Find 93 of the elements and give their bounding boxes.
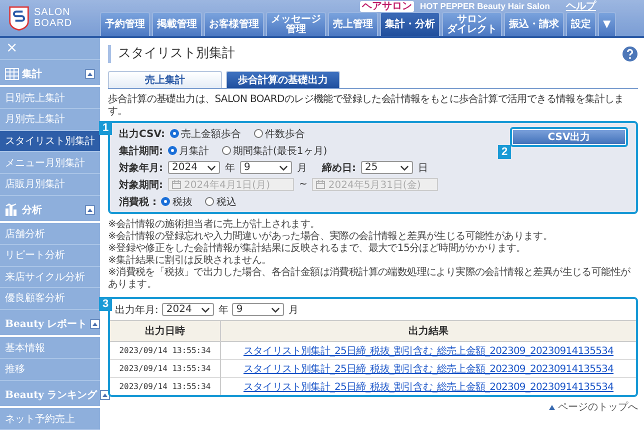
bar-chart-icon xyxy=(5,203,19,216)
file-link[interactable]: スタイリスト別集計_25日締_税抜_割引含む_総売上金額_202309_20230914135534 xyxy=(244,364,614,374)
table-cell: 2023/09/14 13:55:34 xyxy=(110,342,220,360)
field-label: 出力年月: xyxy=(115,304,158,316)
beauty-logo: Beauty xyxy=(5,318,44,330)
chevron-down-icon xyxy=(201,306,210,312)
help-link[interactable]: ヘルプ xyxy=(566,0,596,13)
file-link[interactable]: スタイリスト別集計_25日締_税抜_割引含む_総売上金額_202309_20230914135534 xyxy=(244,382,614,392)
table-cell: 2023/09/14 13:55:34 xyxy=(110,378,220,395)
field-label: 集計期間: xyxy=(119,144,163,158)
unit-label: 月 xyxy=(288,304,298,316)
chevron-down-icon xyxy=(400,164,409,170)
tab[interactable]: 売上集計 xyxy=(108,71,222,88)
sidebar-item[interactable]: 基本情報 xyxy=(0,337,100,360)
select-field[interactable]: 2024 xyxy=(162,303,214,316)
sidebar-item[interactable]: 日別売上集計 xyxy=(0,87,100,109)
select-field[interactable]: 9 xyxy=(232,303,284,316)
section-title: レポート xyxy=(47,318,87,332)
sidebar-item[interactable]: メニュー月別集計 xyxy=(0,152,100,174)
sidebar-item[interactable]: リピート分析 xyxy=(0,244,100,266)
field-label: 消費税 : xyxy=(119,196,156,208)
nav-tab[interactable]: 集計・分析 xyxy=(380,12,440,36)
calendar-icon xyxy=(316,180,326,189)
csv-export-button[interactable]: CSV出力 xyxy=(510,127,628,147)
column-header: 出力結果 xyxy=(220,320,636,342)
note-text: ※登録や修正をした会計情報が集計結果に反映されるまで、最大で15分ほど時間がかかります。 xyxy=(108,243,527,254)
page-top-link[interactable]: ページのトップへ xyxy=(549,400,638,414)
nav-tab[interactable]: 売上管理 xyxy=(328,12,378,36)
chevron-down-icon xyxy=(279,164,288,170)
section-title: 集計 xyxy=(22,68,43,81)
sidebar-item[interactable]: ネット予約売上 xyxy=(0,408,100,430)
nav-tab[interactable]: 設定 xyxy=(566,12,596,36)
step-marker: 3 xyxy=(99,297,112,311)
grid-icon xyxy=(5,68,19,80)
radio-option[interactable]: 売上金額歩合 xyxy=(170,126,242,140)
logo-mark-icon xyxy=(8,5,30,31)
radio-option[interactable]: 税込 xyxy=(205,194,236,208)
file-link[interactable]: スタイリスト別集計_25日締_税抜_割引含む_総売上金額_202309_20230914135534 xyxy=(244,346,614,356)
column-header: 出力日時 xyxy=(110,320,220,342)
calendar-icon xyxy=(172,180,181,189)
radio-option[interactable]: 月集計 xyxy=(168,144,209,158)
unit-label: 年 xyxy=(218,304,228,316)
note-text: ※消費税を「税抜」で出力した場合、各合計金額は消費税計算の端数処理により実際の会計情報と差異が生じる可能性があります。 xyxy=(108,267,632,291)
page-title: スタイリスト別集計 xyxy=(108,45,235,63)
nav-tab[interactable]: 掲載管理 xyxy=(152,12,202,36)
field-label: 対象期間: xyxy=(119,178,163,192)
unit-label: 日 xyxy=(418,162,428,174)
field-label: 出力CSV: xyxy=(119,128,166,140)
unit-label: 月 xyxy=(297,162,307,174)
range-separator: ~ xyxy=(299,179,308,190)
logo[interactable]: SALON BOARD xyxy=(0,0,100,36)
sidebar-item[interactable]: 推移 xyxy=(0,359,100,381)
unit-label: 年 xyxy=(225,162,235,174)
collapse-icon[interactable] xyxy=(90,319,100,330)
note-text: ※集計結果に割引は反映されません。 xyxy=(108,255,272,266)
sidebar-item[interactable]: 店舗分析 xyxy=(0,223,100,245)
chevron-down-icon xyxy=(271,306,280,312)
radio-option[interactable]: 件数歩合 xyxy=(254,126,306,140)
collapse-icon[interactable] xyxy=(85,204,95,215)
note-text: ※会計情報の施術担当者に売上が計上されます。 xyxy=(108,219,321,230)
select-field[interactable]: 9 xyxy=(240,161,292,174)
step-marker: 2 xyxy=(498,145,511,159)
nav-tab[interactable]: お客様管理 xyxy=(204,12,264,36)
nav-tab[interactable]: メッセージ 管理 xyxy=(266,12,326,36)
intro-text: 歩合計算の基礎出力は、SALON BOARDのレジ機能で登録した会計情報をもとに歩合計算で活用できる情報を集計します。 xyxy=(108,94,625,118)
salon-type-badge: ヘアサロン xyxy=(360,0,414,12)
nav-tab[interactable]: 予約管理 xyxy=(100,12,150,36)
nav-tab[interactable]: 振込・請求 xyxy=(504,12,564,36)
step-marker: 1 xyxy=(99,121,112,135)
sidebar-item[interactable]: 店販月別集計 xyxy=(0,174,100,196)
field-label: 締め日: xyxy=(322,161,356,174)
triangle-up-icon xyxy=(549,404,555,410)
note-text: ※会計情報の登録忘れや入力間違いがあった場合、実際の会計情報と差異が生じる可能性があります。 xyxy=(108,231,554,242)
beauty-logo: Beauty xyxy=(5,390,44,401)
close-button[interactable]: × xyxy=(0,38,100,60)
chevron-down-icon xyxy=(207,164,216,170)
section-title: 分析 xyxy=(22,204,43,217)
nav-tab[interactable]: ▼ xyxy=(598,12,616,36)
sidebar-item[interactable]: 来店サイクル分析 xyxy=(0,266,100,288)
table-cell: 2023/09/14 13:55:34 xyxy=(110,360,220,378)
field-label: 対象年月: xyxy=(119,161,163,174)
collapse-icon[interactable] xyxy=(85,68,95,79)
radio-option[interactable]: 期間集計(最長1ヶ月) xyxy=(222,144,328,158)
help-icon[interactable] xyxy=(622,46,638,62)
select-field[interactable]: 25 xyxy=(361,161,413,174)
select-field[interactable]: 2024 xyxy=(168,161,220,174)
radio-option[interactable]: 税抜 xyxy=(161,194,192,208)
collapse-icon[interactable] xyxy=(100,390,110,400)
section-title: ランキング xyxy=(47,389,97,402)
sidebar-item[interactable]: スタイリスト別集計 xyxy=(0,130,100,152)
nav-tab[interactable]: サロン ダイレクト xyxy=(442,12,502,36)
salon-name: HOT PEPPER Beauty Hair Salon xyxy=(420,1,550,11)
tab[interactable]: 歩合計算の基礎出力 xyxy=(226,71,340,88)
